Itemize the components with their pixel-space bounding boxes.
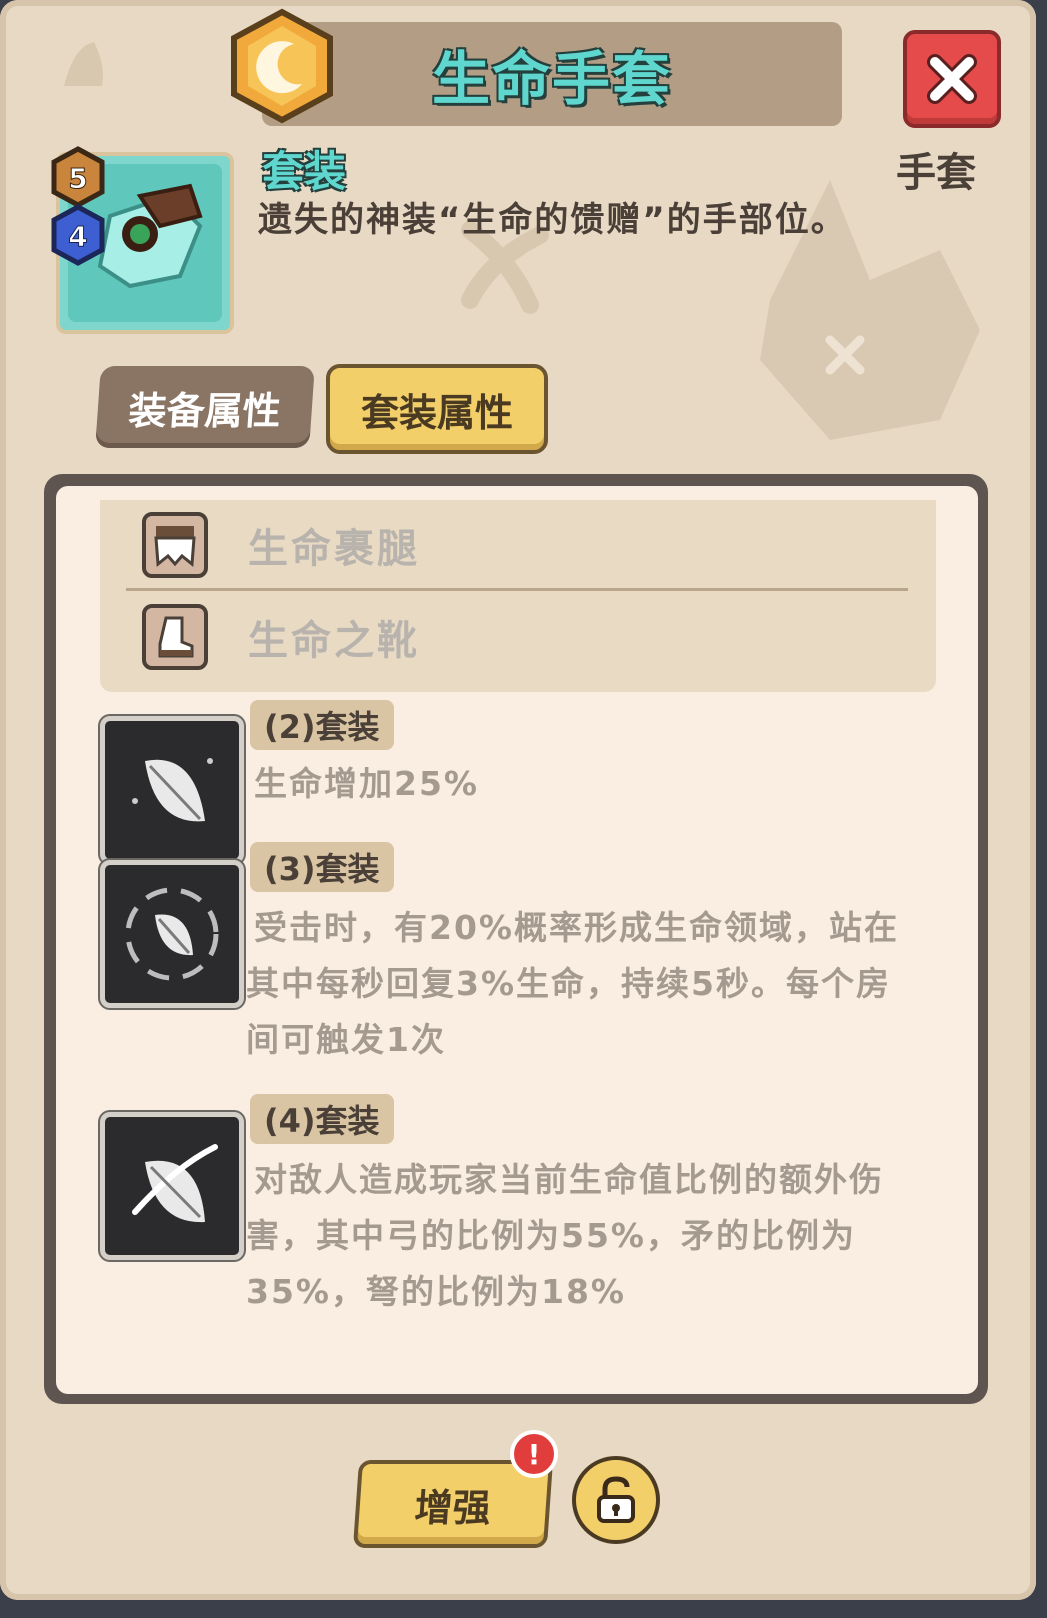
set-piece-name: 生命之靴 (248, 618, 420, 664)
item-detail-panel: 生命手套 5 4 套装 手套 遗失的神装“生命的馈赠”的手部位。 装备属性 套装… (0, 0, 1036, 1600)
close-icon (927, 54, 977, 104)
level-badge-blue: 4 (51, 204, 105, 266)
leaf-skill-icon (100, 716, 244, 864)
set-bonus-description: 对敌人造成玩家当前生命值比例的额外伤 害，其中弓的比例为55%，矛的比例为 35… (246, 1160, 884, 1311)
lock-button[interactable] (572, 1456, 660, 1544)
set-bonus-description: 生命增加25% (254, 764, 479, 803)
leg-armor-icon (142, 512, 208, 578)
svg-text:4: 4 (68, 220, 87, 253)
list-item: 生命之靴 (142, 592, 902, 682)
set-piece-list: 生命裹腿 生命之靴 (100, 500, 936, 692)
item-description: 遗失的神装“生命的馈赠”的手部位。 (258, 200, 847, 240)
svg-text:5: 5 (68, 162, 87, 195)
alert-badge: ! (510, 1430, 558, 1478)
leaf-slash-icon (132, 1144, 218, 1223)
corner-decoration (64, 42, 103, 86)
set-bonus-tag: (2)套装 (250, 700, 394, 750)
set-bonus-tag: (4)套装 (250, 1094, 394, 1144)
slot-label: 手套 (896, 150, 976, 196)
title-bar: 生命手套 (262, 22, 842, 126)
tab-equipment-attributes[interactable]: 装备属性 (95, 366, 315, 448)
leaf-icon (132, 758, 213, 822)
boot-icon (142, 604, 208, 670)
set-label: 套装 (262, 147, 347, 196)
list-item: 生命裹腿 (142, 500, 902, 590)
set-bonus-description: 受击时，有20%概率形成生命领域，站在 其中每秒回复3%生命，持续5秒。每个房 … (246, 908, 899, 1059)
leaf-ring-skill-icon (100, 860, 244, 1008)
moon-rarity-icon (231, 8, 333, 124)
unlock-icon (597, 1476, 635, 1523)
set-piece-name: 生命裹腿 (248, 526, 420, 572)
leaf-ring-icon (125, 887, 219, 981)
set-bonus-tag: (3)套装 (250, 842, 394, 892)
divider (126, 588, 908, 591)
tab-set-attributes[interactable]: 套装属性 (326, 364, 548, 454)
close-button[interactable] (903, 30, 1001, 128)
leaf-slash-skill-icon (100, 1112, 244, 1260)
level-badge-bronze: 5 (51, 146, 105, 208)
page-title: 生命手套 (431, 45, 672, 113)
